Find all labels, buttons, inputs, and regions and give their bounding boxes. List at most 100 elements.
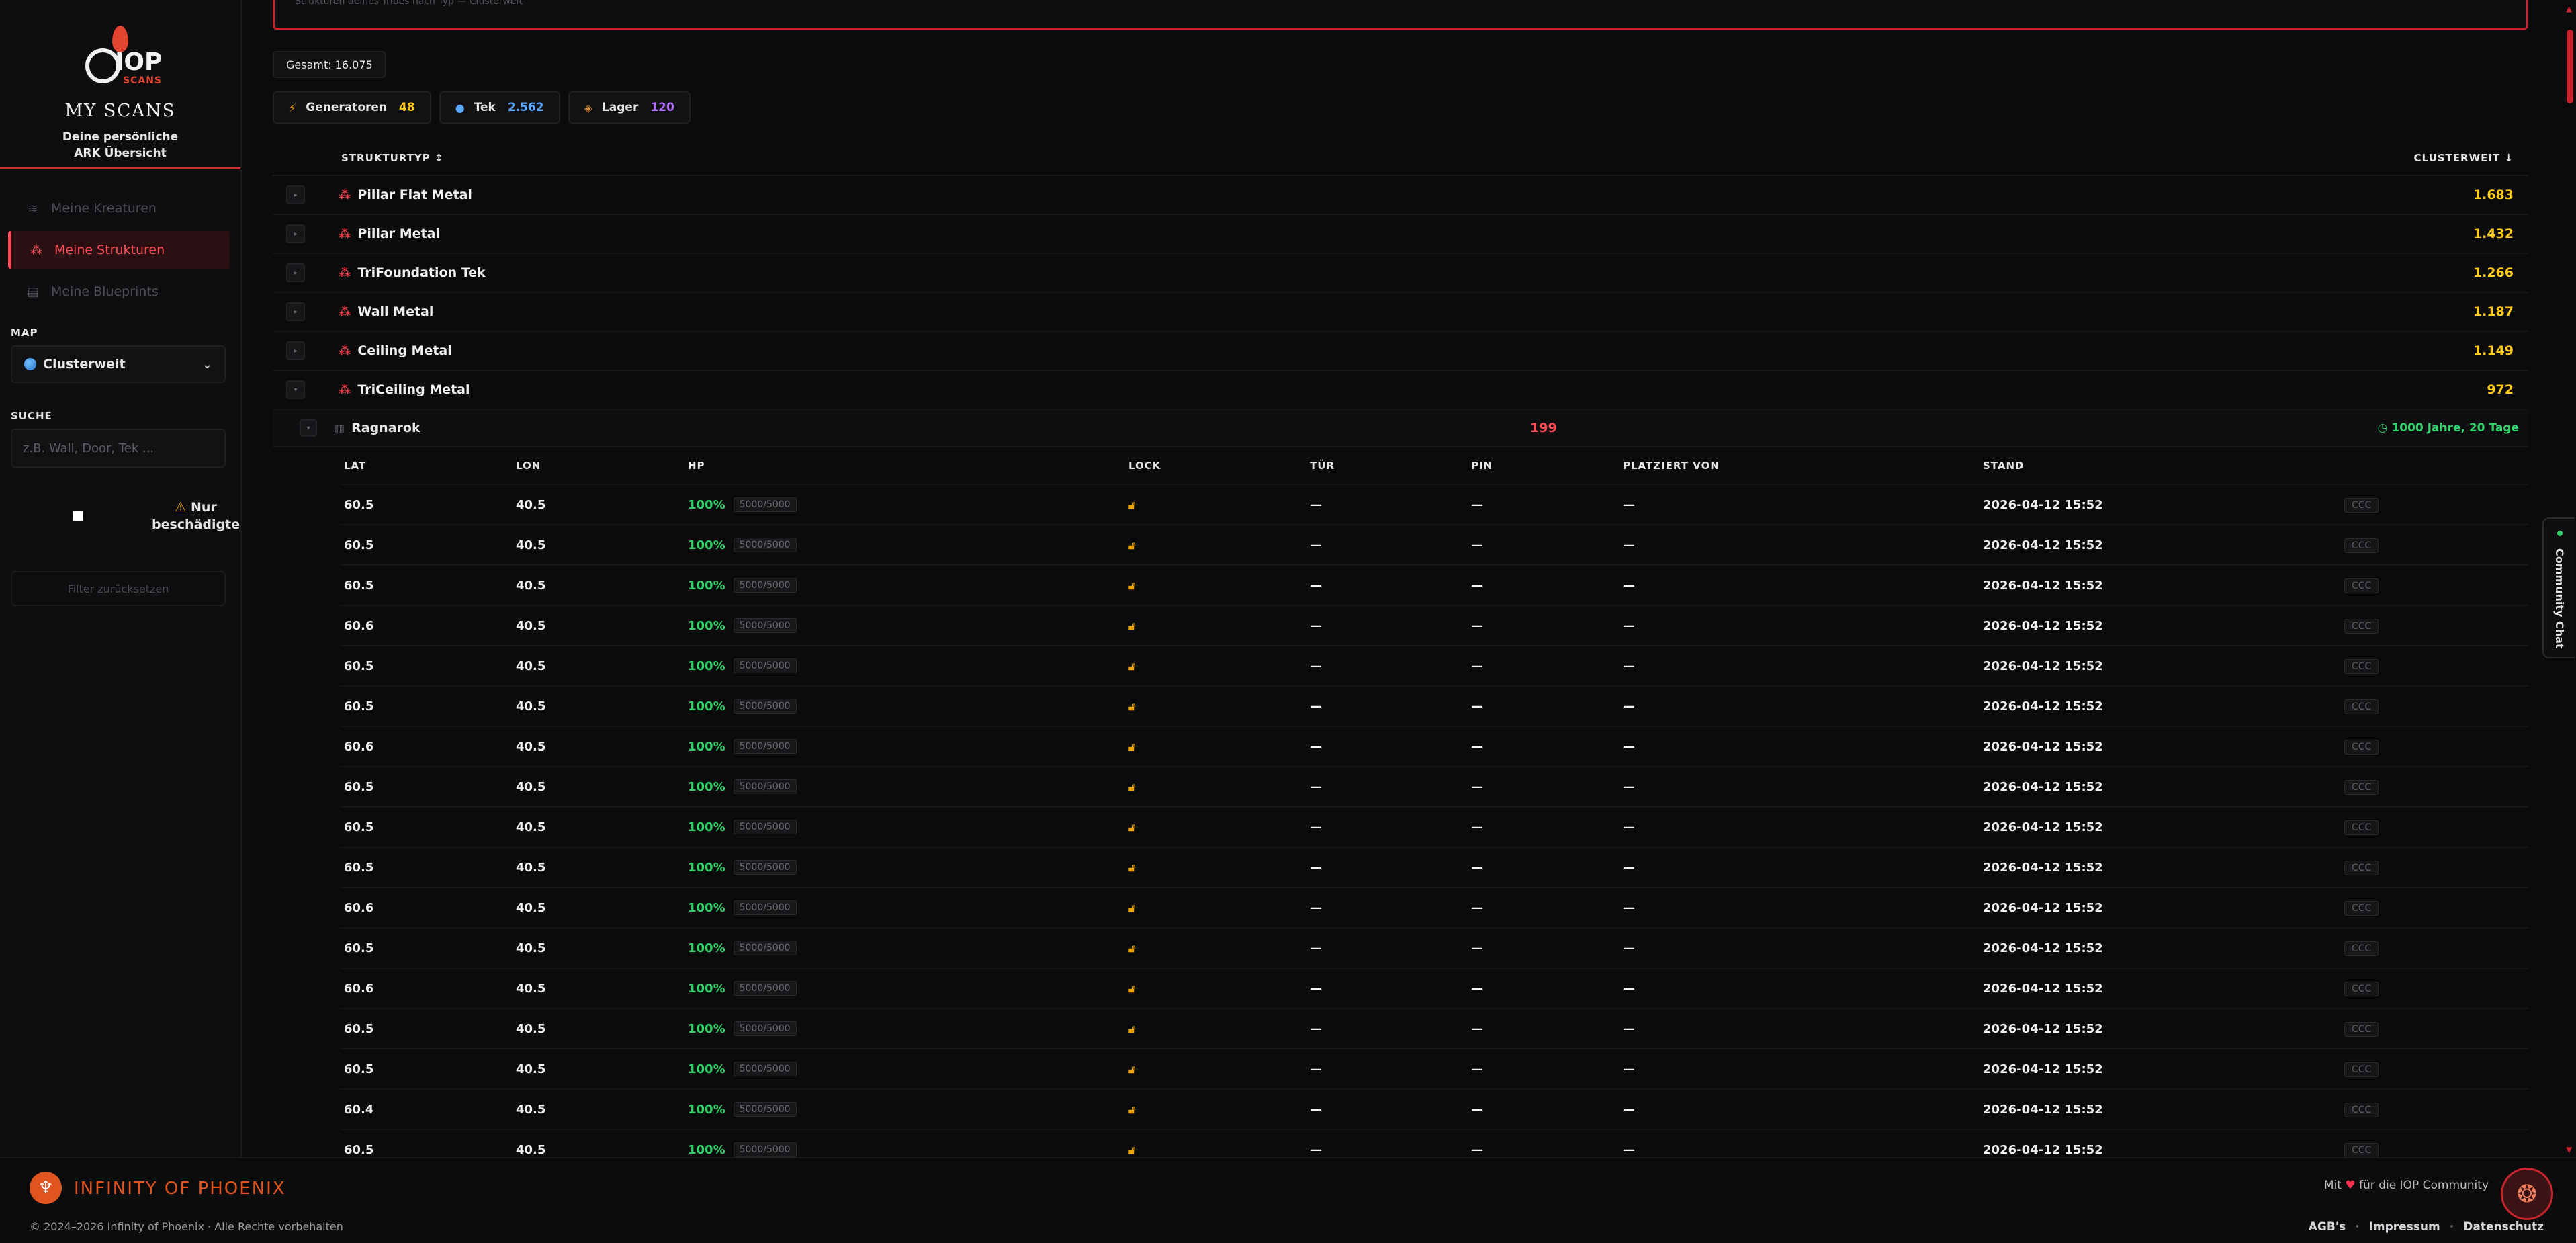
footer-link-datenschutz[interactable]: Datenschutz — [2463, 1220, 2544, 1234]
table-row[interactable]: ▸ ⁂ Ceiling Metal 1.149 — [273, 332, 2528, 371]
cell-lon: 40.5 — [516, 739, 546, 754]
col-header-pin[interactable]: PIN — [1467, 460, 1619, 472]
chip-generatoren[interactable]: ⚡ Generatoren 48 — [273, 91, 431, 124]
cell-stand: 2026-04-12 15:52 — [1983, 900, 2103, 915]
structure-count: 1.683 — [2473, 187, 2514, 202]
scroll-down-icon[interactable]: ▼ — [2566, 1145, 2572, 1154]
cell-pin: — — [1471, 1142, 1483, 1157]
table-row[interactable]: 60.5 40.5 100% 5000/5000 🔓︎ — — — 2026-04-12 15:… — [340, 808, 2528, 848]
community-chat-tab[interactable]: Community Chat — [2542, 517, 2575, 658]
table-row[interactable]: ▾ ⁂ TriCeiling Metal 972 — [273, 371, 2528, 410]
hp-absolute: 5000/5000 — [733, 900, 797, 915]
cell-tag: CCC — [2344, 497, 2411, 513]
cell-hp: 100% 5000/5000 — [684, 658, 1124, 673]
col-header-hp[interactable]: HP — [684, 460, 1124, 472]
hp-absolute: 5000/5000 — [733, 497, 797, 512]
col-header-lon[interactable]: LON — [512, 460, 684, 472]
table-row[interactable]: 60.6 40.5 100% 5000/5000 🔓︎ — — — 2026-04-12 15:… — [340, 888, 2528, 929]
table-row[interactable]: 60.5 40.5 100% 5000/5000 🔓︎ — — — 2026-04-12 15:… — [340, 687, 2528, 727]
search-filter-label: SUCHE — [11, 410, 52, 422]
unlocked-padlock-icon: 🔓︎ — [1128, 941, 1136, 955]
cell-tag: CCC — [2344, 538, 2411, 553]
expand-toggle[interactable]: ▸ — [286, 263, 305, 282]
damaged-checkbox[interactable] — [73, 511, 83, 521]
cell-lon: 40.5 — [516, 1021, 546, 1036]
col-header-lock[interactable]: LOCK — [1124, 460, 1306, 472]
table-row[interactable]: 60.5 40.5 100% 5000/5000 🔓︎ — — — 2026-04-12 15:… — [340, 1009, 2528, 1049]
table-row[interactable]: 60.6 40.5 100% 5000/5000 🔓︎ — — — 2026-04-12 15:… — [340, 969, 2528, 1009]
expand-toggle[interactable]: ▸ — [286, 341, 305, 360]
nav-item-blueprints[interactable]: ▤ Meine Blueprints — [8, 273, 230, 310]
expand-toggle[interactable]: ▸ — [286, 185, 305, 204]
cell-platziert: — — [1623, 860, 1635, 875]
cell-lock: 🔓︎ — [1124, 901, 1306, 915]
collapse-toggle[interactable]: ▾ — [300, 419, 317, 437]
table-row[interactable]: 60.5 40.5 100% 5000/5000 🔓︎ — — — 2026-04-12 15:… — [340, 566, 2528, 606]
chip-value: 120 — [650, 101, 674, 114]
online-dot-icon — [2557, 531, 2563, 536]
cell-lon: 40.5 — [516, 658, 546, 673]
hp-percent: 100% — [688, 941, 725, 955]
table-row[interactable]: 60.5 40.5 100% 5000/5000 🔓︎ — — — 2026-04-12 15:… — [340, 646, 2528, 687]
community-chat-label: Community Chat — [2553, 548, 2566, 649]
expand-toggle[interactable]: ▾ — [286, 380, 305, 399]
search-input[interactable]: z.B. Wall, Door, Tek ... — [11, 429, 226, 468]
table-row[interactable]: 60.5 40.5 100% 5000/5000 🔓︎ — — — 2026-04-12 15:… — [340, 485, 2528, 525]
nav-item-strukturen[interactable]: ⁂ Meine Strukturen — [8, 231, 230, 269]
cell-stand: 2026-04-12 15:52 — [1983, 658, 2103, 673]
table-row[interactable]: ▸ ⁂ Pillar Metal 1.432 — [273, 215, 2528, 254]
cell-hp: 100% 5000/5000 — [684, 820, 1124, 834]
hp-percent: 100% — [688, 820, 725, 834]
structure-count: 972 — [2487, 382, 2514, 397]
table-row[interactable]: 60.5 40.5 100% 5000/5000 🔓︎ — — — 2026-04-12 15:… — [340, 525, 2528, 566]
footer-link-impressum[interactable]: Impressum — [2369, 1220, 2440, 1234]
table-row[interactable]: ▸ ⁂ Pillar Flat Metal 1.683 — [273, 176, 2528, 215]
chip-tek[interactable]: ● Tek 2.562 — [439, 91, 560, 124]
cell-tag: CCC — [2344, 658, 2411, 674]
structure-name: Pillar Flat Metal — [357, 187, 472, 202]
hp-percent: 100% — [688, 739, 725, 754]
unlocked-padlock-icon: 🔓︎ — [1128, 498, 1136, 511]
table-row[interactable]: 60.5 40.5 100% 5000/5000 🔓︎ — — — 2026-04-12 15:… — [340, 1049, 2528, 1090]
structure-name: TriFoundation Tek — [357, 265, 486, 280]
table-row[interactable]: 60.6 40.5 100% 5000/5000 🔓︎ — — — 2026-04-12 15:… — [340, 727, 2528, 767]
iop-logo[interactable]: IOP SCANS — [80, 26, 162, 93]
table-row[interactable]: 60.5 40.5 100% 5000/5000 🔓︎ — — — 2026-04-12 15:… — [340, 1130, 2528, 1157]
col-header-strukturtyp[interactable]: STRUKTURTYP ↕ — [341, 152, 444, 164]
table-row[interactable]: ▸ ⁂ Wall Metal 1.187 — [273, 293, 2528, 332]
table-row[interactable]: 60.4 40.5 100% 5000/5000 🔓︎ — — — 2026-04-12 15:… — [340, 1090, 2528, 1130]
table-row[interactable]: 60.6 40.5 100% 5000/5000 🔓︎ — — — 2026-04-12 15:… — [340, 606, 2528, 646]
table-row[interactable]: 60.5 40.5 100% 5000/5000 🔓︎ — — — 2026-04-12 15:… — [340, 929, 2528, 969]
table-row[interactable]: ▸ ⁂ TriFoundation Tek 1.266 — [273, 254, 2528, 293]
brain-icon: ❂ — [2516, 1180, 2538, 1208]
footer-link-agb[interactable]: AGB's — [2309, 1220, 2346, 1234]
map-select[interactable]: Clusterweit ⌄ — [11, 345, 226, 383]
table-row[interactable]: 60.5 40.5 100% 5000/5000 🔓︎ — — — 2026-04-12 15:… — [340, 767, 2528, 808]
scrollbar-thumb[interactable] — [2567, 30, 2573, 103]
table-row[interactable]: 60.5 40.5 100% 5000/5000 🔓︎ — — — 2026-04-12 15:… — [340, 848, 2528, 888]
expand-toggle[interactable]: ▸ — [286, 224, 305, 243]
scroll-up-icon[interactable]: ▲ — [2566, 4, 2572, 13]
app-subtitle: Deine persönliche ARK Übersicht — [0, 129, 240, 161]
col-header-lat[interactable]: LAT — [340, 460, 512, 472]
chip-label: Generatoren — [306, 101, 388, 114]
cell-stand: 2026-04-12 15:52 — [1983, 1142, 2103, 1157]
brain-assistant-button[interactable]: ❂ — [2501, 1168, 2553, 1220]
col-header-clusterweit[interactable]: CLUSTERWEIT ↓ — [2414, 152, 2514, 164]
hp-percent: 100% — [688, 1102, 725, 1117]
col-header-stand[interactable]: STAND — [1979, 460, 2344, 472]
hp-percent: 100% — [688, 860, 725, 875]
col-header-tuer[interactable]: TÜR — [1306, 460, 1467, 472]
map-group-row[interactable]: ▾ ▥ Ragnarok 199 ◷ 1000 Jahre, 20 Tage — [273, 410, 2528, 447]
cell-pin: — — [1471, 618, 1483, 633]
cell-tag: CCC — [2344, 1142, 2411, 1157]
app-root: IOP SCANS MY SCANS Deine persönliche ARK… — [0, 0, 2576, 1243]
cell-hp: 100% 5000/5000 — [684, 779, 1124, 794]
chip-lager[interactable]: ◈ Lager 120 — [568, 91, 691, 124]
nav-item-kreaturen[interactable]: ≋ Meine Kreaturen — [8, 189, 230, 227]
col-header-platziert[interactable]: PLATZIERT VON — [1619, 460, 1979, 472]
expand-toggle[interactable]: ▸ — [286, 302, 305, 321]
footer-links: AGB's · Impressum · Datenschutz — [2308, 1220, 2544, 1234]
reset-filters-button[interactable]: Filter zurücksetzen — [11, 571, 226, 606]
unlocked-padlock-icon: 🔓︎ — [1128, 1062, 1136, 1076]
